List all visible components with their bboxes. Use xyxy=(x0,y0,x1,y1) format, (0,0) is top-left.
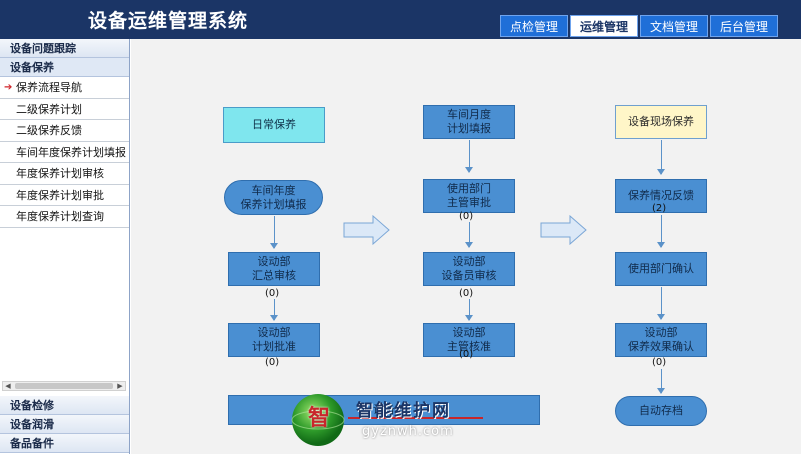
flow-arrow xyxy=(657,215,665,248)
sidebar-item-annual-plan-review[interactable]: 年度保养计划审核 xyxy=(0,163,129,185)
sidebar-item-level2-plan[interactable]: 二级保养计划 xyxy=(0,99,129,120)
flow-arrow xyxy=(465,140,473,173)
tab-maintenance[interactable]: 运维管理 xyxy=(570,15,639,37)
flow-count: (0) xyxy=(265,288,280,299)
top-nav: 点检管理 运维管理 文档管理 后台管理 xyxy=(498,15,779,37)
tab-backend[interactable]: 后台管理 xyxy=(710,15,779,37)
sidebar-section-lubrication[interactable]: 设备润滑 xyxy=(0,415,129,434)
flow-count: (0) xyxy=(459,211,474,222)
next-stage-arrow-icon xyxy=(540,215,587,245)
sidebar-item-workshop-annual-plan[interactable]: 车间年度保养计划填报 xyxy=(0,142,129,163)
scroll-right-icon[interactable]: ▶ xyxy=(115,381,125,391)
sidebar-section-spare-parts[interactable]: 备品备件 xyxy=(0,434,129,453)
logo-url: gyznwh.com xyxy=(362,424,454,439)
flow-arrow xyxy=(657,369,665,394)
flow-daily-maintenance[interactable]: 日常保养 xyxy=(223,107,325,143)
flow-arrow xyxy=(465,222,473,248)
tab-documents[interactable]: 文档管理 xyxy=(640,15,709,37)
flow-arrow xyxy=(657,287,665,320)
next-stage-arrow-icon xyxy=(343,215,390,245)
flow-effect-confirm[interactable]: 设动部 保养效果确认 xyxy=(615,323,707,357)
sidebar-horizontal-scrollbar[interactable]: ◀ ▶ xyxy=(2,381,126,391)
watermark-logo: 智 智能维护网 gyznwh.com xyxy=(290,390,490,450)
sidebar-item-annual-plan-query[interactable]: 年度保养计划查询 xyxy=(0,206,129,228)
sidebar-item-label: 保养流程导航 xyxy=(16,81,82,94)
sidebar-section-issue-tracking[interactable]: 设备问题跟踪 xyxy=(0,39,129,58)
current-arrow-icon: ➔ xyxy=(4,82,13,93)
flow-arrow xyxy=(270,299,278,321)
sidebar-section-repair[interactable]: 设备检修 xyxy=(0,396,129,415)
sidebar: 设备问题跟踪 设备保养 ➔ 保养流程导航 二级保养计划 二级保养反馈 车间年度保… xyxy=(0,39,130,454)
flow-count: (0) xyxy=(652,357,667,368)
flow-arrow xyxy=(657,140,665,175)
app-title: 设备运维管理系统 xyxy=(88,10,249,32)
sidebar-section-maintenance[interactable]: 设备保养 xyxy=(0,58,129,77)
app-header: 设备运维管理系统 点检管理 运维管理 文档管理 后台管理 xyxy=(0,0,801,39)
flow-onsite-maintenance[interactable]: 设备现场保养 xyxy=(615,105,707,139)
logo-name: 智能维护网 xyxy=(356,401,451,421)
flow-dept-supervisor-approval[interactable]: 使用部门 主管审批 xyxy=(423,179,515,213)
sidebar-item-flow-nav[interactable]: ➔ 保养流程导航 xyxy=(0,77,129,99)
flow-equipment-officer-review[interactable]: 设动部 设备员审核 xyxy=(423,252,515,286)
logo-char: 智 xyxy=(307,406,330,431)
flow-arrow xyxy=(465,299,473,321)
flow-count: (0) xyxy=(265,357,280,368)
flow-dept-confirm[interactable]: 使用部门确认 xyxy=(615,252,707,286)
flow-workshop-annual-plan[interactable]: 车间年度 保养计划填报 xyxy=(224,180,323,215)
flow-arrow xyxy=(270,216,278,249)
flow-summary-review[interactable]: 设动部 汇总审核 xyxy=(228,252,320,286)
tab-inspection[interactable]: 点检管理 xyxy=(500,15,569,37)
flow-count: (2) xyxy=(652,203,667,214)
flow-count: (0) xyxy=(459,349,474,360)
sidebar-bottom-sections: 设备检修 设备润滑 备品备件 xyxy=(0,396,129,453)
sidebar-item-annual-plan-approve[interactable]: 年度保养计划审批 xyxy=(0,185,129,206)
flow-auto-archive[interactable]: 自动存档 xyxy=(615,396,707,426)
flow-count: (0) xyxy=(459,288,474,299)
scrollbar-thumb[interactable] xyxy=(15,383,113,389)
scroll-left-icon[interactable]: ◀ xyxy=(3,381,13,391)
flow-plan-approval[interactable]: 设动部 计划批准 xyxy=(228,323,320,357)
sidebar-item-level2-feedback[interactable]: 二级保养反馈 xyxy=(0,120,129,142)
flow-workshop-monthly-plan[interactable]: 车间月度 计划填报 xyxy=(423,105,515,139)
